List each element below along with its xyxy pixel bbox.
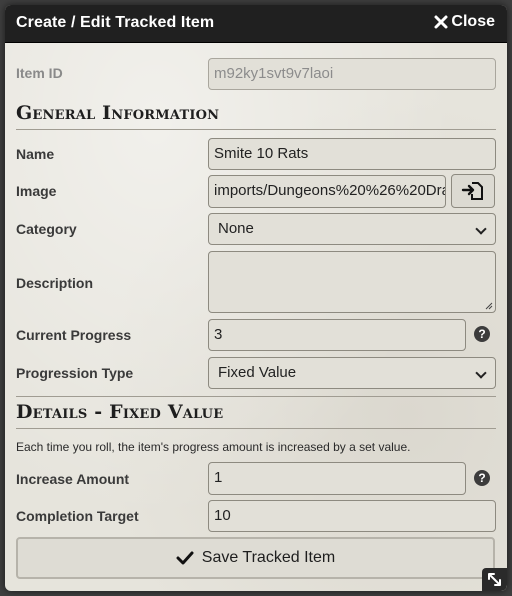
- completion-target-label: Completion Target: [16, 508, 139, 524]
- details-description: Each time you roll, the item's progress …: [16, 440, 411, 454]
- dialog-title: Create / Edit Tracked Item: [16, 14, 215, 31]
- increase-amount-label: Increase Amount: [16, 471, 130, 487]
- save-tracked-item-button[interactable]: Save Tracked Item: [16, 537, 495, 579]
- name-label: Name: [16, 146, 55, 162]
- details-heading: Details - Fixed Value: [16, 401, 224, 423]
- textarea-resize-grip[interactable]: [485, 302, 493, 310]
- close-button[interactable]: Close: [433, 13, 495, 31]
- item-id-label: Item ID: [16, 65, 63, 81]
- save-button-label: Save Tracked Item: [201, 549, 336, 566]
- file-import-icon: [461, 182, 483, 200]
- file-picker-button[interactable]: [451, 174, 495, 208]
- section-divider: [16, 428, 496, 429]
- progression-type-select[interactable]: Fixed Value: [208, 357, 496, 389]
- category-selected-value: None: [218, 220, 254, 237]
- dialog-titlebar[interactable]: Create / Edit Tracked Item Close: [5, 5, 507, 43]
- category-label: Category: [16, 221, 77, 237]
- section-divider: [16, 396, 496, 397]
- item-id-field: m92ky1svt9v7laoi: [208, 58, 496, 90]
- completion-target-field[interactable]: 10: [208, 500, 496, 532]
- general-information-heading: General Information: [16, 102, 220, 124]
- image-label: Image: [16, 183, 57, 199]
- name-field[interactable]: Smite 10 Rats: [208, 138, 496, 170]
- close-label: Close: [451, 13, 495, 30]
- progression-type-selected-value: Fixed Value: [218, 364, 297, 381]
- resize-arrows-icon: [488, 573, 501, 586]
- description-textarea[interactable]: [208, 251, 496, 313]
- window-resize-handle[interactable]: [482, 568, 507, 591]
- question-circle-icon[interactable]: ?: [474, 326, 490, 342]
- description-label: Description: [16, 275, 94, 291]
- current-progress-field[interactable]: 3: [208, 319, 466, 351]
- current-progress-label: Current Progress: [16, 327, 132, 343]
- question-circle-icon[interactable]: ?: [474, 470, 490, 486]
- check-icon: [176, 551, 194, 565]
- image-path-field[interactable]: imports/Dungeons%20%26%20Dragons: [208, 175, 446, 208]
- times-icon: [434, 15, 448, 29]
- tracked-item-dialog: Create / Edit Tracked Item Close Item ID…: [5, 5, 507, 591]
- progression-type-label: Progression Type: [16, 365, 134, 381]
- increase-amount-field[interactable]: 1: [208, 462, 466, 495]
- section-divider: [16, 129, 496, 130]
- category-select[interactable]: None: [208, 213, 496, 245]
